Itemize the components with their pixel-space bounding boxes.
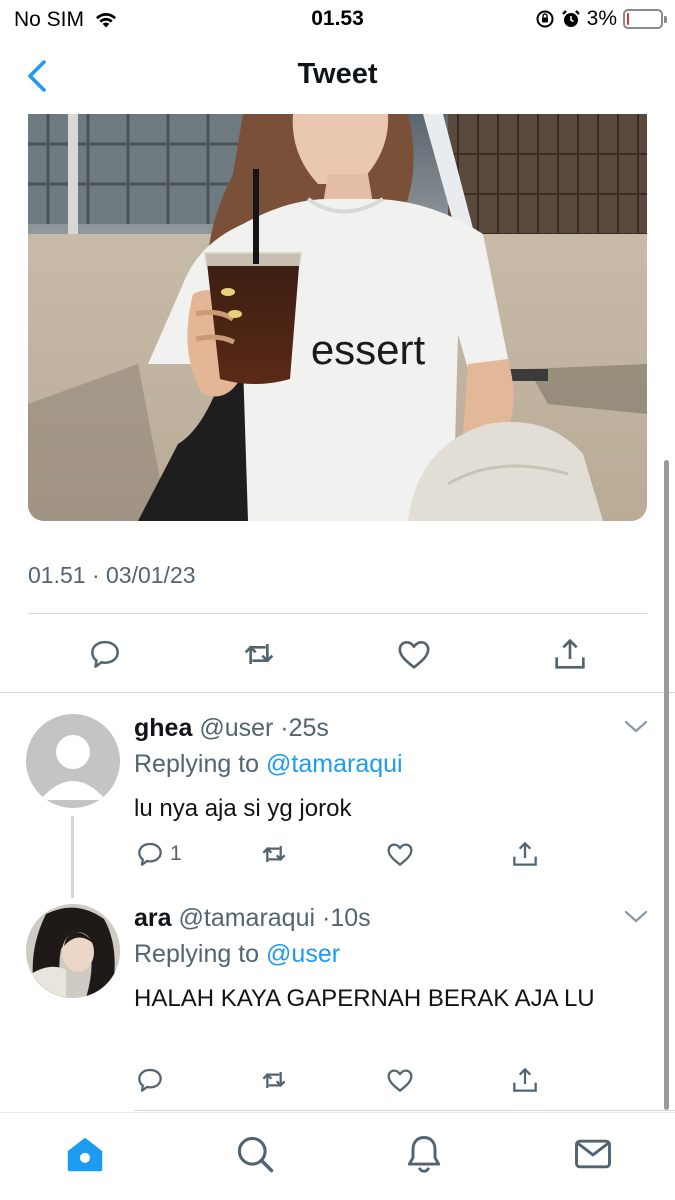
tweet-photo-illustration: essert bbox=[28, 114, 647, 521]
scrollbar[interactable] bbox=[664, 460, 669, 1110]
replying-mention[interactable]: @tamaraqui bbox=[266, 750, 403, 778]
heart-icon bbox=[387, 843, 413, 866]
retweet-button[interactable] bbox=[258, 836, 290, 872]
reply-icon bbox=[91, 640, 119, 668]
share-icon bbox=[555, 638, 585, 669]
status-bar: No SIM 01.53 3% bbox=[0, 0, 675, 40]
replying-to: Replying to @user bbox=[134, 940, 340, 969]
status-right: 3% bbox=[535, 7, 667, 31]
chevron-down-icon bbox=[624, 910, 648, 923]
nav-header: Tweet bbox=[0, 40, 675, 114]
thread-line bbox=[71, 816, 74, 898]
tab-messages[interactable] bbox=[570, 1131, 616, 1177]
more-options-button[interactable] bbox=[623, 718, 649, 736]
reply-icon bbox=[138, 842, 162, 866]
default-avatar-icon bbox=[26, 714, 120, 808]
search-icon bbox=[237, 1136, 274, 1173]
share-button[interactable] bbox=[548, 632, 592, 676]
reply-button[interactable]: 1 bbox=[134, 836, 182, 872]
orientation-lock-icon bbox=[536, 10, 554, 28]
reply-actions bbox=[134, 1062, 554, 1098]
divider bbox=[134, 1110, 675, 1111]
retweet-icon bbox=[262, 846, 286, 862]
home-icon bbox=[67, 1137, 103, 1172]
heart-icon bbox=[387, 1069, 413, 1092]
reply-button[interactable] bbox=[134, 1062, 170, 1098]
reply-time: 25s bbox=[288, 714, 329, 742]
page-title: Tweet bbox=[297, 58, 378, 90]
tab-bar bbox=[0, 1112, 675, 1200]
like-button[interactable] bbox=[384, 1062, 416, 1098]
tab-search[interactable] bbox=[232, 1131, 278, 1177]
reply-icon bbox=[138, 1068, 162, 1092]
separator-dot: · bbox=[280, 714, 289, 742]
avatar[interactable] bbox=[26, 904, 120, 998]
notifications-icon bbox=[407, 1136, 441, 1173]
reply-author-handle: @tamaraqui bbox=[178, 904, 316, 932]
tweet-actions bbox=[28, 632, 647, 676]
reply-actions: 1 bbox=[134, 836, 554, 872]
messages-icon bbox=[575, 1139, 611, 1169]
shirt-text: essert bbox=[311, 326, 426, 373]
reply-count: 1 bbox=[170, 842, 182, 865]
reply-text: lu nya aja si yg jorok bbox=[134, 795, 352, 822]
share-button[interactable] bbox=[509, 1062, 541, 1098]
heart-icon bbox=[398, 641, 430, 669]
reply-header: ara @tamaraqui ·10s bbox=[134, 904, 371, 933]
reply-header: ghea @user ·25s bbox=[134, 714, 329, 743]
replying-prefix: Replying to bbox=[134, 940, 260, 968]
divider bbox=[0, 692, 675, 693]
tab-home[interactable] bbox=[62, 1131, 108, 1177]
tab-notifications[interactable] bbox=[401, 1131, 447, 1177]
chevron-down-icon bbox=[624, 720, 648, 733]
retweet-icon bbox=[244, 644, 274, 664]
like-button[interactable] bbox=[384, 836, 416, 872]
reply-text: HALAH KAYA GAPERNAH BERAK AJA LU bbox=[134, 985, 595, 1012]
divider bbox=[28, 613, 647, 614]
reply-author-handle: @user bbox=[199, 714, 274, 742]
reply-time: 10s bbox=[330, 904, 371, 932]
replying-mention[interactable]: @user bbox=[266, 940, 340, 968]
share-button[interactable] bbox=[509, 836, 541, 872]
battery-icon bbox=[623, 9, 667, 29]
share-icon bbox=[513, 841, 537, 866]
retweet-icon bbox=[262, 1072, 286, 1088]
replying-to: Replying to @tamaraqui bbox=[134, 750, 403, 779]
tweet-photo[interactable]: essert bbox=[28, 114, 647, 521]
like-button[interactable] bbox=[392, 632, 436, 676]
reply-author-name[interactable]: ghea bbox=[134, 714, 192, 742]
reply-button[interactable] bbox=[83, 632, 127, 676]
reply-author-name[interactable]: ara bbox=[134, 904, 172, 932]
avatar[interactable] bbox=[26, 714, 120, 808]
share-icon bbox=[513, 1067, 537, 1092]
retweet-button[interactable] bbox=[258, 1062, 290, 1098]
battery-fill bbox=[627, 13, 629, 25]
alarm-icon bbox=[561, 10, 580, 27]
tweet-timestamp: 01.51 · 03/01/23 bbox=[28, 562, 196, 588]
profile-photo bbox=[26, 904, 120, 998]
retweet-button[interactable] bbox=[237, 632, 281, 676]
replying-prefix: Replying to bbox=[134, 750, 260, 778]
battery-percent: 3% bbox=[586, 7, 617, 30]
more-options-button[interactable] bbox=[623, 908, 649, 926]
